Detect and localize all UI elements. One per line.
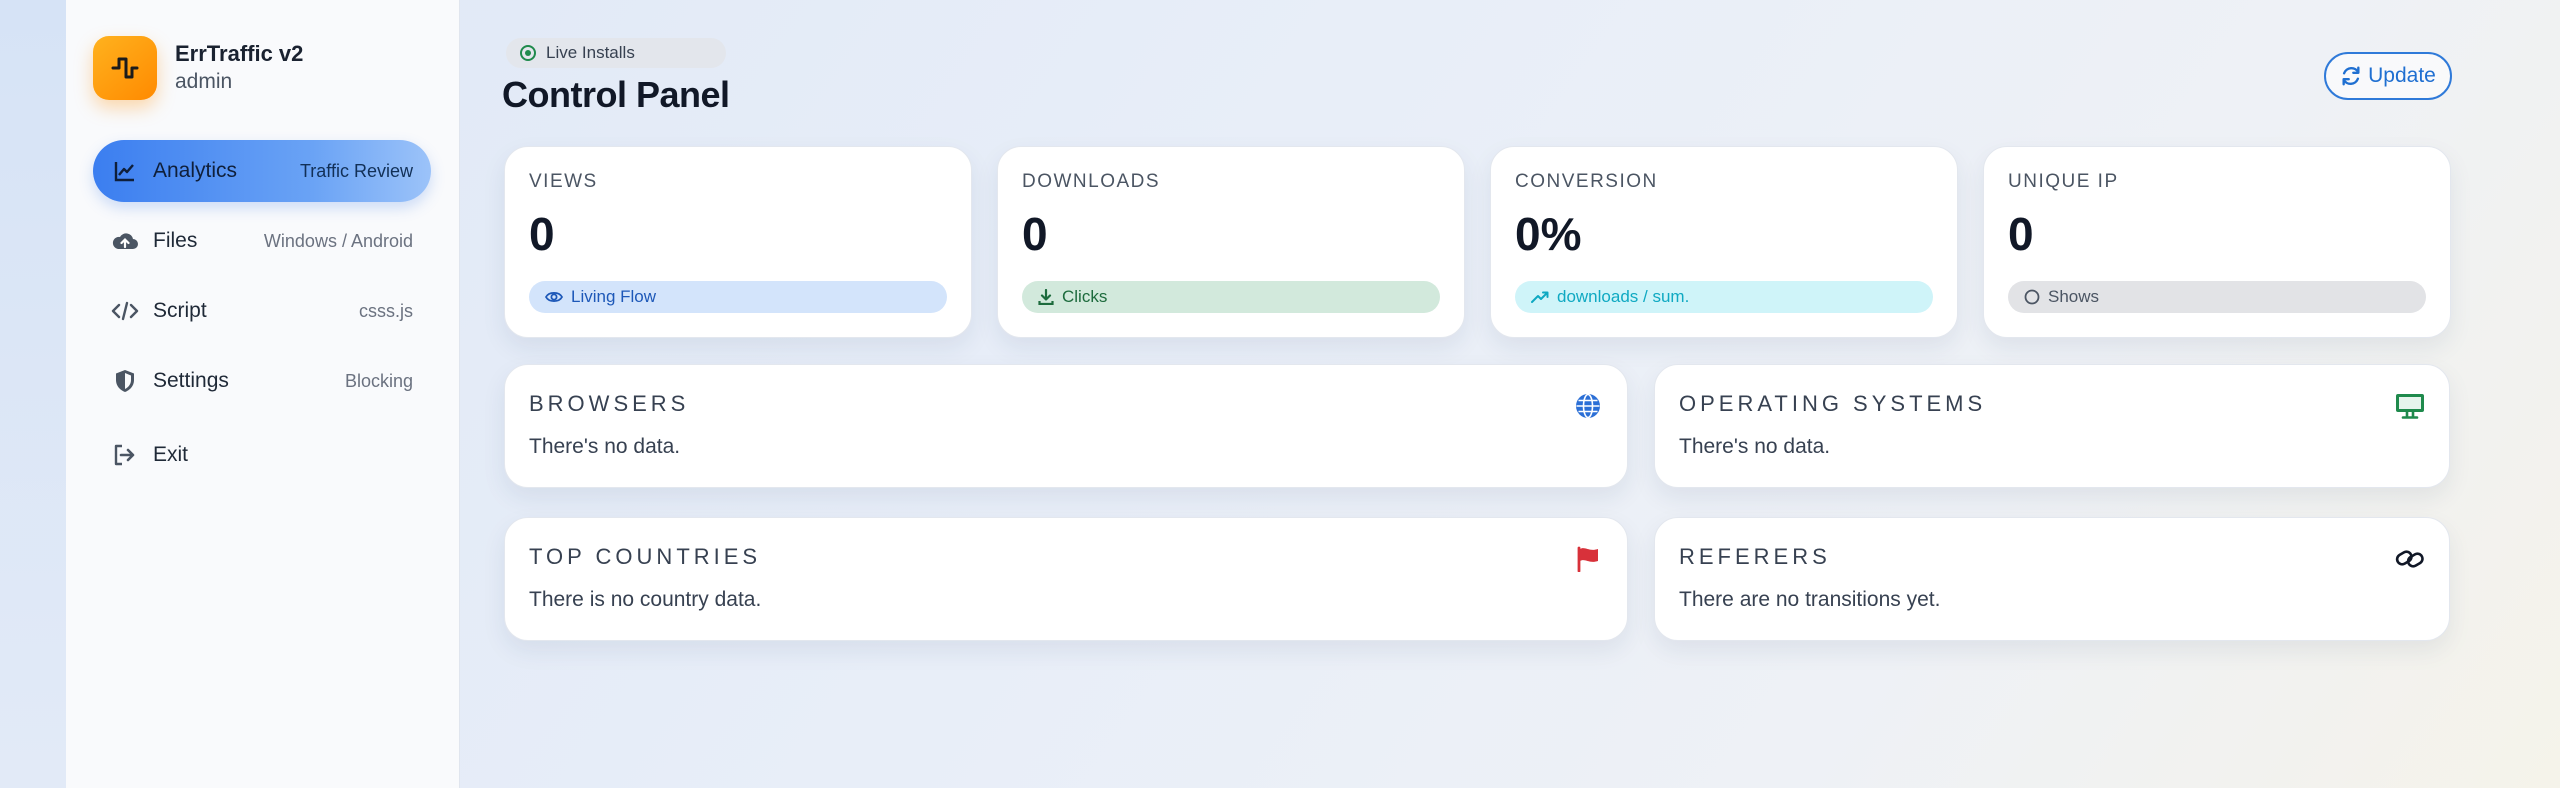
- panel-empty-text: There are no transitions yet.: [1679, 588, 1941, 611]
- stat-chip-label: Clicks: [1062, 287, 1108, 306]
- eye-icon: [545, 290, 563, 304]
- sidebar-item-hint: Blocking: [344, 370, 413, 391]
- sidebar-item-hint: Traffic Review: [299, 160, 413, 181]
- refresh-icon: [2340, 65, 2362, 87]
- chart-line-icon: [111, 157, 139, 185]
- stat-chip: Clicks: [1022, 281, 1440, 313]
- left-background-strip: [0, 0, 66, 788]
- stat-chip-label: Living Flow: [571, 287, 657, 306]
- stat-label: CONVERSION: [1515, 171, 1658, 192]
- sidebar-item-settings[interactable]: Settings Blocking: [93, 350, 431, 412]
- panel-empty-text: There's no data.: [1679, 435, 1831, 458]
- panel-title: REFERERS: [1679, 544, 1831, 569]
- stat-chip-label: downloads / sum.: [1557, 287, 1690, 306]
- user-role: admin: [175, 70, 233, 93]
- browsers-panel: BROWSERS There's no data.: [504, 364, 1628, 488]
- panel-title: OPERATING SYSTEMS: [1679, 391, 1987, 416]
- panel-empty-text: There's no data.: [529, 435, 681, 458]
- trend-up-icon: [1531, 290, 1549, 304]
- stat-card-unique-ip: UNIQUE IP 0 Shows: [1983, 146, 2451, 338]
- panel-empty-text: There is no country data.: [529, 588, 762, 611]
- operating-systems-panel: OPERATING SYSTEMS There's no data.: [1654, 364, 2450, 488]
- stat-label: VIEWS: [529, 171, 598, 192]
- top-countries-panel: TOP COUNTRIES There is no country data.: [504, 517, 1628, 641]
- cloud-upload-icon: [111, 227, 139, 255]
- shield-icon: [111, 367, 139, 395]
- app-title: ErrTraffic v2: [175, 41, 304, 66]
- stat-value: 0: [2008, 208, 2034, 260]
- sidebar-nav: Analytics Traffic Review Files Windows /…: [93, 140, 431, 494]
- stat-chip: downloads / sum.: [1515, 281, 1933, 313]
- sidebar-item-script[interactable]: Script csss.js: [93, 280, 431, 342]
- sign-out-icon: [111, 441, 139, 469]
- stat-card-views: VIEWS 0 Living Flow: [504, 146, 972, 338]
- stat-card-conversion: CONVERSION 0% downloads / sum.: [1490, 146, 1958, 338]
- stat-label: UNIQUE IP: [2008, 171, 2119, 192]
- flag-icon: [1573, 544, 1603, 574]
- sidebar-item-exit[interactable]: Exit: [93, 424, 431, 486]
- code-icon: [111, 297, 139, 325]
- sidebar-item-hint: Windows / Android: [263, 230, 413, 251]
- sidebar-item-analytics[interactable]: Analytics Traffic Review: [93, 140, 431, 202]
- stat-label: DOWNLOADS: [1022, 171, 1161, 192]
- sidebar-item-files[interactable]: Files Windows / Android: [93, 210, 431, 272]
- live-dot-icon: [520, 45, 536, 61]
- sidebar-item-label: Exit: [153, 443, 189, 466]
- sidebar-item-label: Files: [153, 229, 198, 252]
- sidebar-item-label: Analytics: [153, 159, 238, 182]
- sidebar: ErrTraffic v2 admin Analytics Traffic Re…: [66, 0, 460, 788]
- link-icon: [2395, 544, 2425, 574]
- stat-value: 0: [1022, 208, 1048, 260]
- referers-panel: REFERERS There are no transitions yet.: [1654, 517, 2450, 641]
- page-title: Control Panel: [502, 74, 730, 115]
- update-button-label: Update: [2368, 64, 2436, 87]
- monitor-icon: [2395, 391, 2425, 421]
- stat-card-downloads: DOWNLOADS 0 Clicks: [997, 146, 1465, 338]
- stat-value: 0%: [1515, 208, 1582, 260]
- panel-title: BROWSERS: [529, 391, 690, 416]
- stat-value: 0: [529, 208, 555, 260]
- stat-chip-label: Shows: [2048, 287, 2100, 306]
- brand: ErrTraffic v2 admin: [93, 36, 303, 100]
- circle-icon: [2024, 289, 2040, 305]
- status-label: Live Installs: [546, 43, 635, 62]
- download-icon: [1038, 289, 1054, 305]
- globe-icon: [1573, 391, 1603, 421]
- sidebar-item-label: Settings: [153, 369, 229, 392]
- pulse-icon: [93, 36, 157, 100]
- panel-title: TOP COUNTRIES: [529, 544, 762, 569]
- sidebar-item-label: Script: [153, 299, 207, 322]
- stat-chip: Shows: [2008, 281, 2426, 313]
- status-badge: Live Installs: [506, 38, 726, 68]
- sidebar-item-hint: csss.js: [359, 300, 413, 321]
- stat-chip: Living Flow: [529, 281, 947, 313]
- update-button[interactable]: Update: [2324, 52, 2452, 100]
